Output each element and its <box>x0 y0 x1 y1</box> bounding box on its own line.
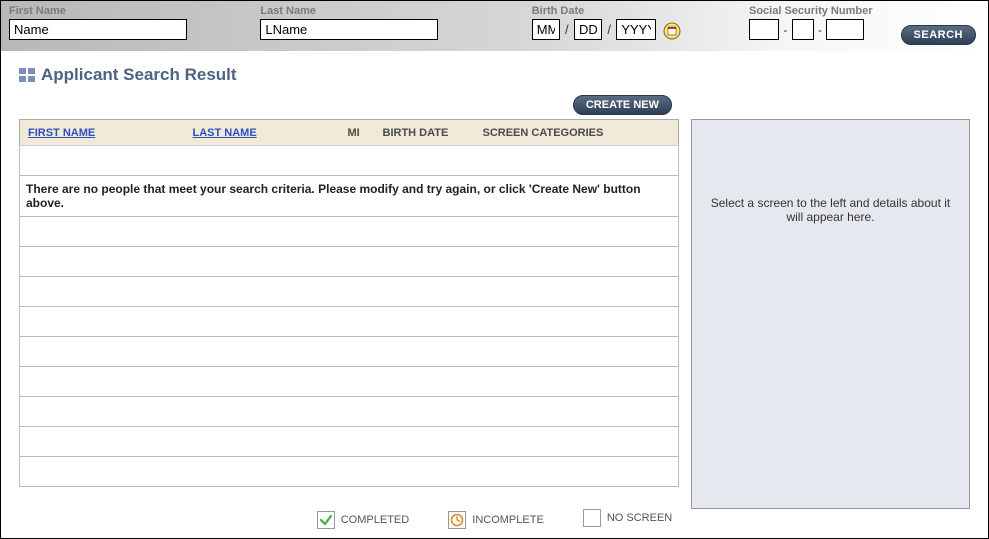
no-screen-icon <box>583 509 601 527</box>
detail-panel: Select a screen to the left and details … <box>691 119 970 509</box>
date-separator-1: / <box>565 22 569 37</box>
ssn-label: Social Security Number <box>749 5 873 17</box>
table-row <box>20 247 679 277</box>
table-row <box>20 307 679 337</box>
table-row <box>20 217 679 247</box>
col-mi: MI <box>340 120 375 146</box>
first-name-label: First Name <box>9 5 187 17</box>
create-new-button[interactable]: CREATE NEW <box>573 95 672 115</box>
search-button[interactable]: SEARCH <box>901 25 976 45</box>
col-last-name[interactable]: LAST NAME <box>193 127 257 139</box>
table-row <box>20 337 679 367</box>
search-bar: First Name Last Name Birth Date / / Soci… <box>1 1 988 51</box>
no-results-row: There are no people that meet your searc… <box>20 176 679 217</box>
legend-completed-label: COMPLETED <box>341 514 409 526</box>
grid-icon <box>19 68 35 82</box>
results-table: FIRST NAME LAST NAME MI BIRTH DATE SCREE… <box>19 119 679 487</box>
col-screen-categories: SCREEN CATEGORIES <box>475 120 679 146</box>
last-name-input[interactable] <box>260 19 438 40</box>
table-row <box>20 367 679 397</box>
first-name-input[interactable] <box>9 19 187 40</box>
legend-noscreen-label: NO SCREEN <box>607 512 672 524</box>
birth-month-input[interactable] <box>532 19 560 40</box>
detail-placeholder: Select a screen to the left and details … <box>708 196 953 224</box>
no-results-message: There are no people that meet your searc… <box>20 176 679 217</box>
col-birth-date: BIRTH DATE <box>375 120 475 146</box>
calendar-icon[interactable] <box>663 22 681 40</box>
table-row <box>20 397 679 427</box>
birth-year-input[interactable] <box>616 19 656 40</box>
incomplete-icon <box>448 511 466 529</box>
ssn-part2-input[interactable] <box>792 19 814 40</box>
legend: COMPLETED INCOMPLETE NO SCREEN <box>1 509 988 530</box>
ssn-separator-1: - <box>783 23 787 37</box>
page-title: Applicant Search Result <box>41 65 237 85</box>
table-row <box>20 457 679 487</box>
table-row <box>20 427 679 457</box>
date-separator-2: / <box>607 22 611 37</box>
ssn-part1-input[interactable] <box>749 19 779 40</box>
table-row <box>20 277 679 307</box>
birth-date-label: Birth Date <box>532 5 681 17</box>
ssn-separator-2: - <box>818 23 822 37</box>
last-name-label: Last Name <box>260 5 438 17</box>
birth-day-input[interactable] <box>574 19 602 40</box>
legend-incomplete-label: INCOMPLETE <box>472 514 544 526</box>
col-first-name[interactable]: FIRST NAME <box>28 127 95 139</box>
table-row <box>20 146 679 176</box>
ssn-part3-input[interactable] <box>826 19 864 40</box>
completed-icon <box>317 511 335 529</box>
